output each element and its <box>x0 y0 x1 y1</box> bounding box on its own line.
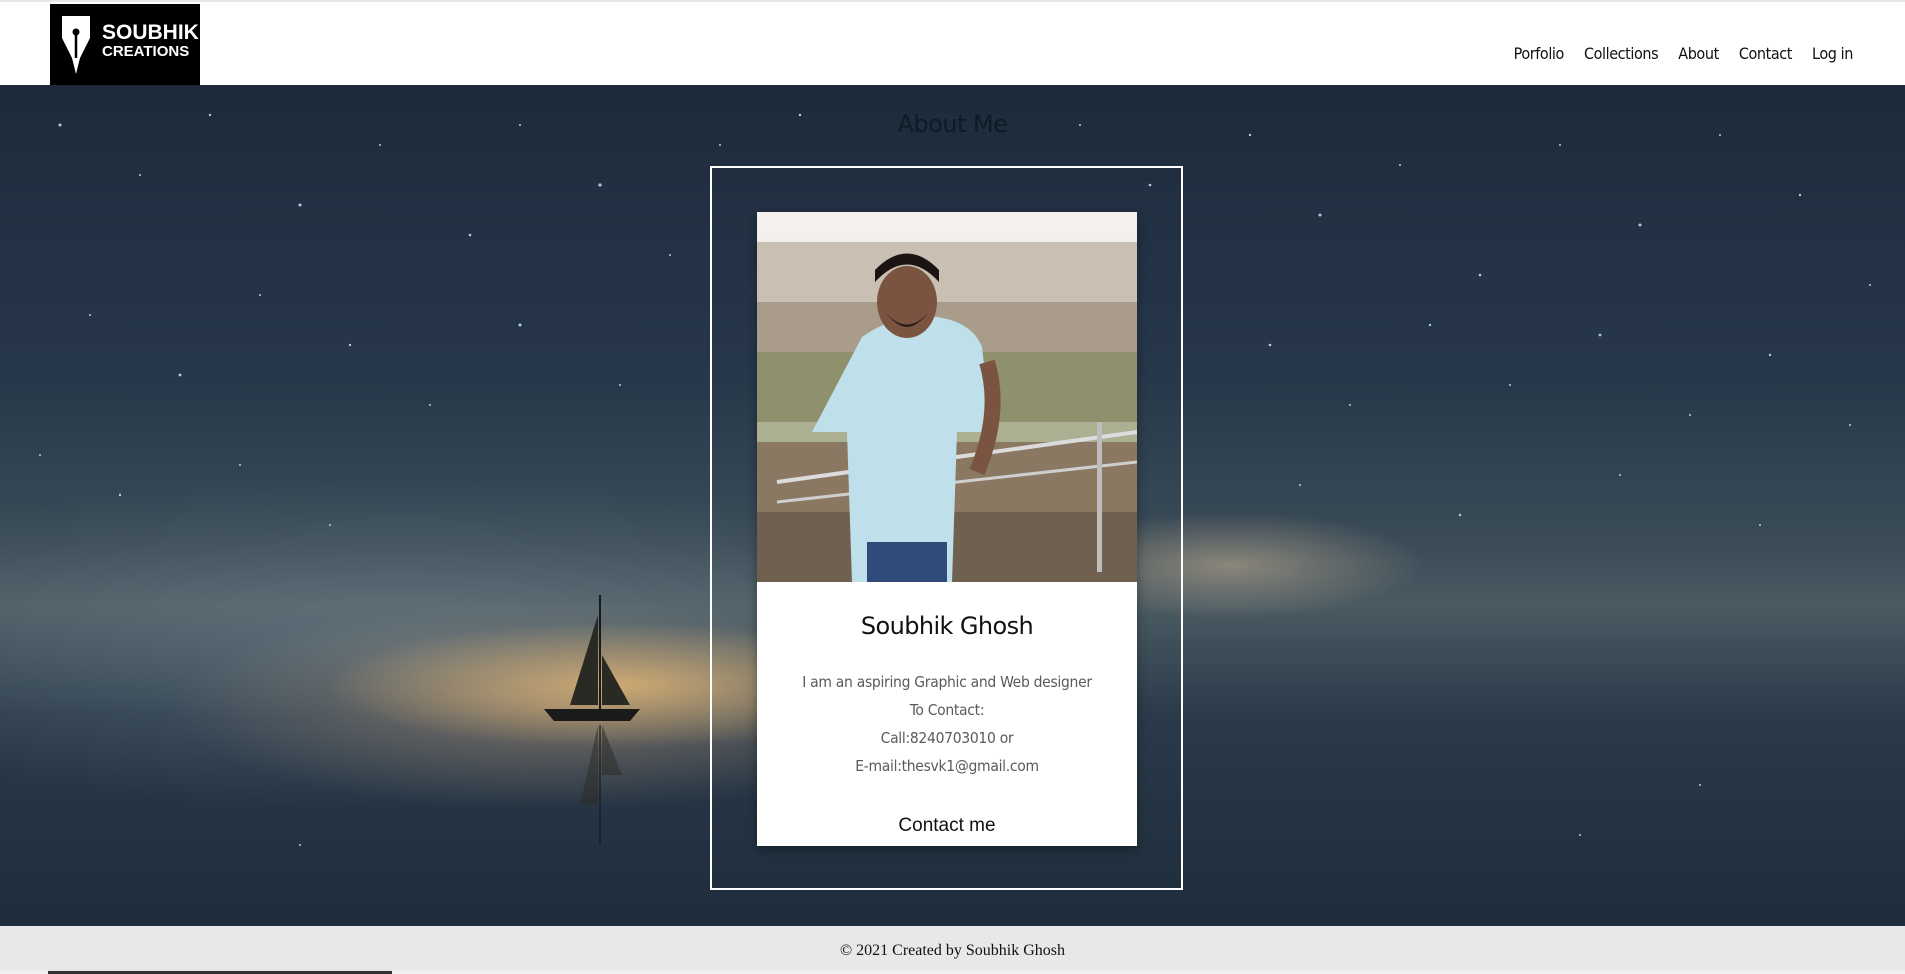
brand-logo[interactable]: SOUBHIK CREATIONS <box>50 4 200 87</box>
pen-nib-icon <box>62 16 90 74</box>
profile-photo <box>757 212 1137 582</box>
brand-line-2: CREATIONS <box>102 43 190 61</box>
bio-line: I am an aspiring Graphic and Web designe… <box>802 673 1092 691</box>
nav-item-about[interactable]: About <box>1678 44 1719 63</box>
phone-text: Call:8240703010 or <box>880 729 1014 747</box>
profile-card: Soubhik Ghosh I am an aspiring Graphic a… <box>757 212 1137 846</box>
copyright-text: © 2021 Created by Soubhik Ghosh <box>839 942 1066 959</box>
nav-item-portfolio[interactable]: Porfolio <box>1514 44 1565 63</box>
nav-item-collections[interactable]: Collections <box>1584 44 1659 63</box>
email-text: E-mail:thesvk1@gmail.com <box>855 757 1039 775</box>
contact-me-button[interactable]: Contact me <box>757 806 1137 846</box>
main-nav: Porfolio Collections About Contact Log i… <box>1514 44 1854 63</box>
profile-bio: I am an aspiring Graphic and Web designe… <box>757 668 1137 780</box>
nav-item-login[interactable]: Log in <box>1812 44 1853 63</box>
brand-line-1: SOUBHIK <box>102 21 199 44</box>
profile-name: Soubhik Ghosh <box>860 612 1034 640</box>
site-footer: © 2021 Created by Soubhik Ghosh <box>0 926 1905 974</box>
page-title: About Me <box>897 110 1008 138</box>
nav-item-contact[interactable]: Contact <box>1739 44 1793 63</box>
contact-label: To Contact: <box>909 701 985 719</box>
brand-wordmark: SOUBHIK CREATIONS <box>102 21 199 61</box>
sailboat-image <box>544 595 640 845</box>
site-header: SOUBHIK CREATIONS Porfolio Collections A… <box>0 0 1905 87</box>
